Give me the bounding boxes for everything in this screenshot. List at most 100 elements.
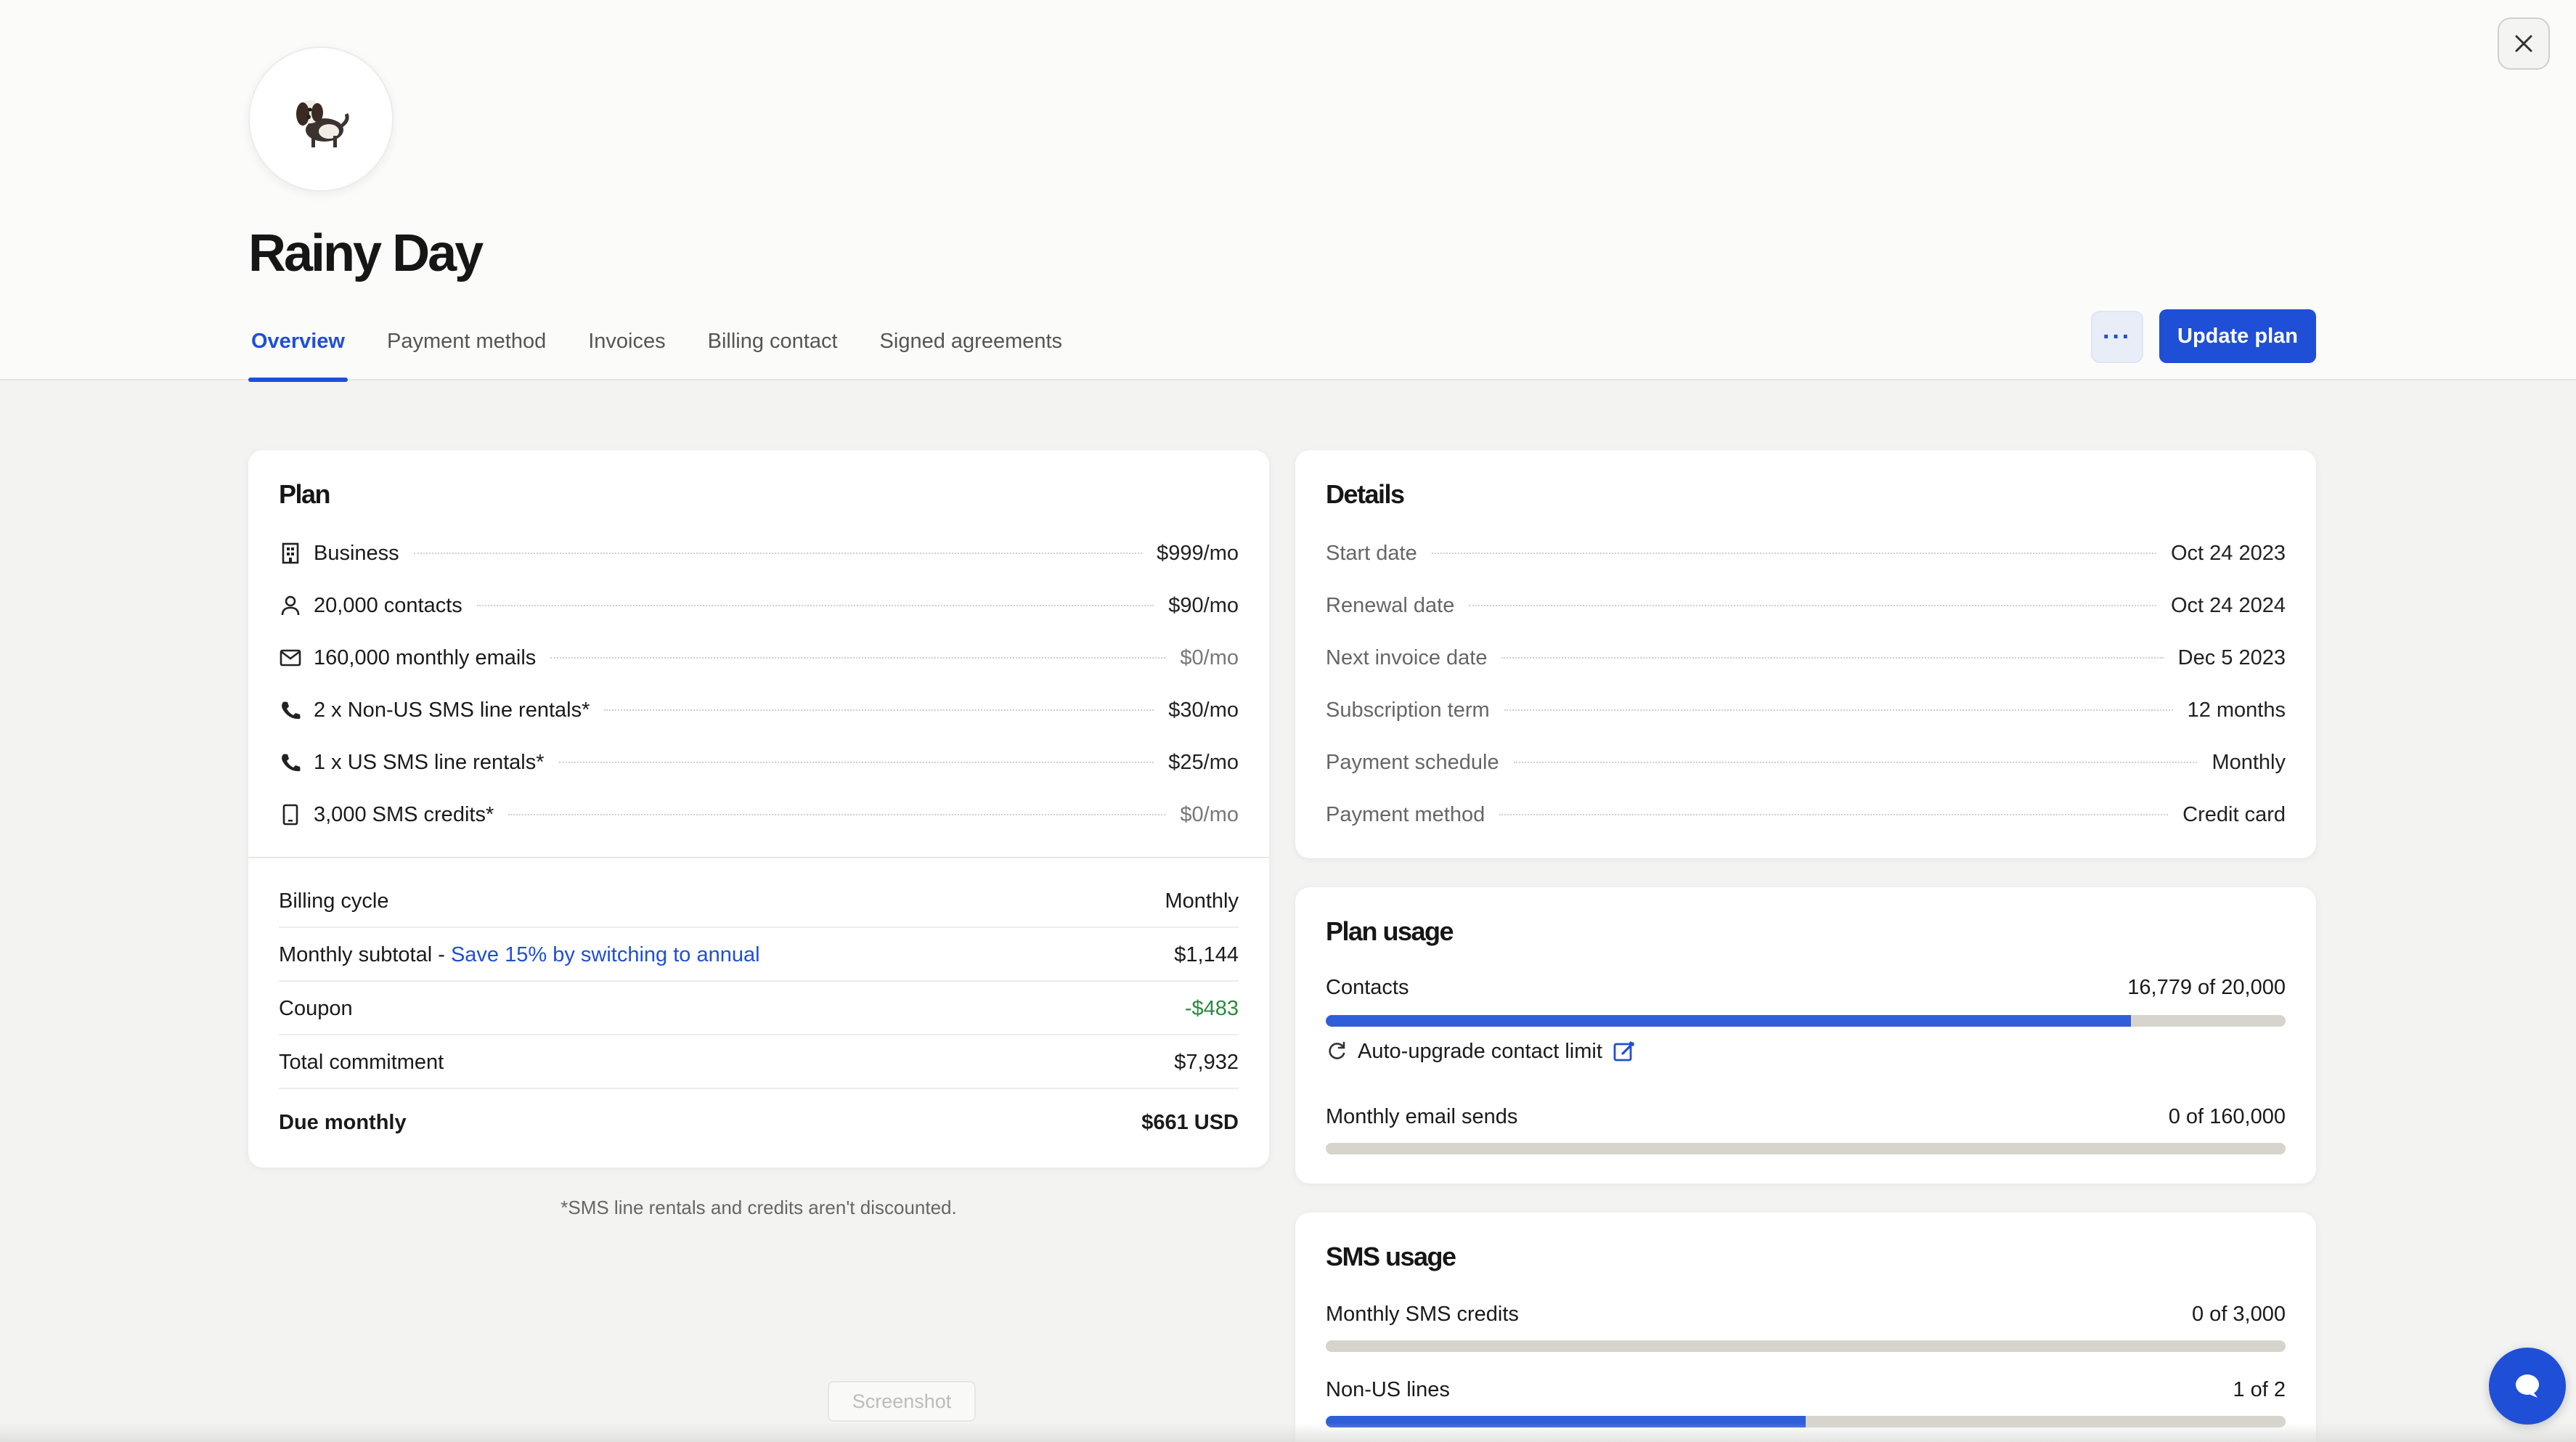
page-title: Rainy Day	[248, 224, 484, 282]
plan-card: Plan Business $999/mo 20,000 contacts $9…	[248, 450, 1269, 1168]
leader-dots	[476, 605, 1154, 606]
screenshot-ghost-label: Screenshot	[828, 1381, 976, 1422]
plan-line-value: $90/mo	[1168, 593, 1239, 617]
tab-signed-agreements[interactable]: Signed agreements	[877, 312, 1066, 380]
total-commitment-label: Total commitment	[279, 1050, 444, 1074]
tab-payment-method[interactable]: Payment method	[384, 312, 549, 380]
subtotal-label: Monthly subtotal -	[279, 942, 451, 966]
coupon-value: -$483	[1184, 996, 1239, 1020]
close-icon	[2515, 35, 2532, 52]
contacts-usage-row: Contacts 16,779 of 20,000	[1326, 973, 2286, 1002]
refresh-icon	[1329, 1041, 1345, 1059]
phone-icon	[279, 751, 302, 774]
detail-value: Dec 5 2023	[2177, 645, 2286, 669]
due-monthly-row: Due monthly $661 USD	[279, 1096, 1239, 1149]
tab-overview[interactable]: Overview	[248, 312, 348, 382]
tab-billing-contact[interactable]: Billing contact	[705, 312, 841, 380]
detail-row: Payment schedule Monthly	[1326, 748, 2286, 777]
leader-dots	[1469, 605, 2156, 606]
edit-icon[interactable]	[1613, 1040, 1636, 1063]
plan-line-label: 160,000 monthly emails	[314, 645, 537, 669]
billing-cycle-row: Billing cycle Monthly	[279, 876, 1239, 928]
auto-upgrade-label: Auto-upgrade contact limit	[1358, 1039, 1602, 1063]
mail-icon	[279, 646, 302, 669]
detail-row: Renewal date Oct 24 2024	[1326, 591, 2286, 620]
detail-label: Next invoice date	[1326, 645, 1488, 669]
total-commitment-value: $7,932	[1174, 1050, 1239, 1074]
plan-line-item: 160,000 monthly emails $0/mo	[279, 643, 1239, 672]
detail-row: Next invoice date Dec 5 2023	[1326, 643, 2286, 672]
detail-row: Payment method Credit card	[1326, 800, 2286, 829]
coupon-label: Coupon	[279, 996, 353, 1020]
plan-line-label: 3,000 SMS credits*	[314, 802, 494, 826]
due-monthly-label: Due monthly	[279, 1110, 407, 1134]
sms-credits-progress-bar	[1326, 1340, 2286, 1352]
update-plan-button[interactable]: Update plan	[2159, 309, 2316, 363]
sms-usage-card: SMS usage Monthly SMS credits 0 of 3,000…	[1295, 1213, 2316, 1442]
plan-line-item: 2 x Non-US SMS line rentals* $30/mo	[279, 696, 1239, 725]
person-icon	[279, 594, 302, 617]
detail-value: Oct 24 2023	[2171, 541, 2286, 565]
section-divider	[248, 857, 1269, 858]
leader-dots	[604, 709, 1154, 711]
plan-usage-card: Plan usage Contacts 16,779 of 20,000 Aut…	[1295, 887, 2316, 1184]
sms-footnote: *SMS line rentals and credits aren't dis…	[561, 1197, 957, 1218]
billing-cycle-value: Monthly	[1165, 889, 1239, 913]
leader-dots	[508, 814, 1166, 815]
leader-dots	[1499, 814, 2169, 815]
plan-line-label: 1 x US SMS line rentals*	[314, 750, 545, 774]
subtotal-value: $1,144	[1174, 942, 1239, 966]
plan-line-item: Business $999/mo	[279, 539, 1239, 568]
auto-upgrade-row: Auto-upgrade contact limit	[1326, 1037, 1636, 1066]
detail-value: 12 months	[2187, 698, 2286, 722]
leader-dots	[413, 553, 1143, 554]
emails-usage-value: 0 of 160,000	[2168, 1104, 2286, 1128]
emails-progress-bar	[1326, 1143, 2286, 1154]
detail-row: Subscription term 12 months	[1326, 696, 2286, 725]
plan-line-item: 1 x US SMS line rentals* $25/mo	[279, 748, 1239, 777]
plan-card-title: Plan	[279, 479, 331, 509]
plan-line-label: 20,000 contacts	[314, 593, 462, 617]
nonus-lines-row: Non-US lines 1 of 2	[1326, 1375, 2286, 1404]
plan-line-item: 3,000 SMS credits* $0/mo	[279, 800, 1239, 829]
more-options-button[interactable]: ···	[2091, 311, 2143, 363]
nonus-lines-label: Non-US lines	[1326, 1377, 1450, 1401]
leader-dots	[1504, 709, 2173, 711]
detail-value: Credit card	[2182, 802, 2286, 826]
nonus-lines-value: 1 of 2	[2233, 1377, 2286, 1401]
switch-to-annual-link[interactable]: Save 15% by switching to annual	[451, 943, 760, 966]
sms-usage-title: SMS usage	[1326, 1242, 1456, 1271]
contacts-progress-fill	[1326, 1015, 2132, 1027]
plan-line-value: $0/mo	[1180, 645, 1239, 669]
more-options-label: ···	[2103, 322, 2132, 351]
coupon-row: Coupon -$483	[279, 983, 1239, 1035]
dog-avatar-icon	[296, 100, 349, 147]
chat-button[interactable]	[2489, 1348, 2566, 1425]
building-icon	[279, 542, 302, 565]
page-header: Rainy Day Overview Payment method Invoic…	[0, 0, 2576, 382]
plan-line-value: $30/mo	[1168, 698, 1239, 722]
sms-credits-value: 0 of 3,000	[2192, 1302, 2286, 1326]
detail-label: Payment schedule	[1326, 750, 1499, 774]
detail-row: Start date Oct 24 2023	[1326, 539, 2286, 568]
detail-value: Oct 24 2024	[2171, 593, 2286, 617]
plan-line-label: Business	[314, 541, 399, 565]
due-monthly-value: $661 USD	[1141, 1110, 1239, 1134]
leader-dots	[1431, 553, 2156, 554]
bottom-fade	[0, 1423, 2576, 1442]
details-card-title: Details	[1326, 479, 1405, 509]
emails-usage-label: Monthly email sends	[1326, 1104, 1518, 1128]
leader-dots	[1513, 762, 2198, 763]
close-button[interactable]	[2498, 17, 2550, 70]
tab-invoices[interactable]: Invoices	[585, 312, 668, 380]
account-avatar	[248, 46, 394, 192]
contacts-progress-bar	[1326, 1015, 2286, 1027]
sms-credits-row: Monthly SMS credits 0 of 3,000	[1326, 1300, 2286, 1329]
phone-icon	[279, 698, 302, 722]
tab-bar: Overview Payment method Invoices Billing…	[248, 312, 1101, 382]
chat-bubble-icon	[2516, 1374, 2539, 1398]
emails-usage-row: Monthly email sends 0 of 160,000	[1326, 1102, 2286, 1131]
mobile-icon	[279, 803, 302, 826]
plan-line-value: $999/mo	[1157, 541, 1239, 565]
sms-credits-label: Monthly SMS credits	[1326, 1302, 1519, 1326]
